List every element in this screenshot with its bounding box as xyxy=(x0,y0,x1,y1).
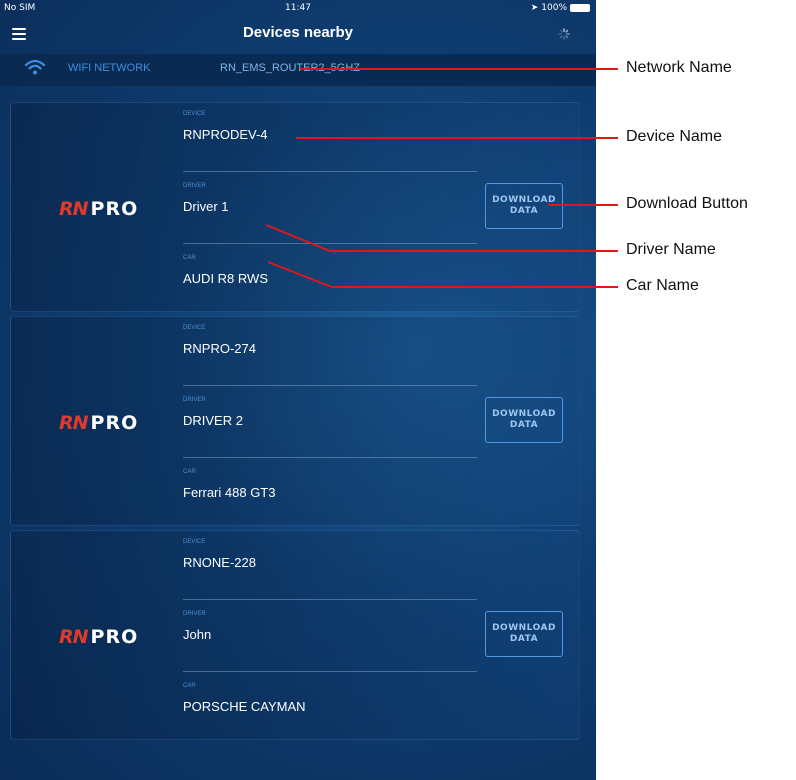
callout-driver-name: Driver Name xyxy=(626,241,716,258)
callout-device-name: Device Name xyxy=(626,128,723,145)
callout-lines xyxy=(265,68,618,288)
callout-line-driver xyxy=(265,224,618,252)
callout-car-name: Car Name xyxy=(626,277,699,294)
callout-download-button: Download Button xyxy=(626,195,748,212)
callout-line-car xyxy=(267,261,618,288)
callout-network-name: Network Name xyxy=(626,59,732,76)
